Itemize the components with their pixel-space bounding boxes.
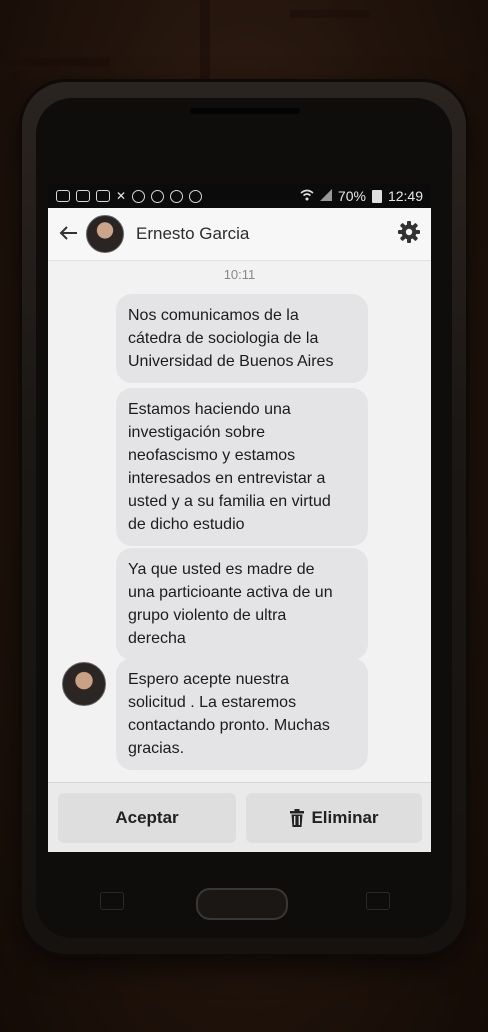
photo-icon: [76, 190, 90, 202]
message-line: neofascismo y estamos: [128, 447, 296, 464]
message-line: Nos comunicamos de la: [128, 307, 299, 324]
back-arrow-icon[interactable]: [58, 221, 86, 247]
clock: 12:49: [387, 188, 423, 204]
instagram-icon: [189, 189, 203, 203]
conversation-header: Ernesto Garcia: [48, 208, 431, 261]
status-bar: ✕ 70% 12:49: [48, 184, 431, 208]
chat-icon: [56, 190, 70, 202]
request-actions-bar: Aceptar Eliminar: [48, 782, 431, 852]
battery-icon: [371, 189, 382, 203]
phone-speaker: [190, 108, 300, 114]
message-timestamp: 10:11: [223, 267, 256, 282]
message-line: investigación sobre: [128, 424, 265, 441]
message-line: contactando pronto. Muchas: [128, 717, 330, 734]
battery-percent: 70%: [337, 188, 366, 204]
message-line: usted y a su familia en virtud: [128, 493, 331, 510]
message-line: Estamos haciendo una: [128, 401, 291, 418]
instagram-icon: [151, 189, 165, 203]
message-bubble[interactable]: Ya que usted es madre de una particioant…: [116, 548, 368, 660]
home-button[interactable]: [196, 888, 288, 920]
message-bubble[interactable]: Espero acepte nuestra solicitud . La est…: [116, 658, 368, 770]
missed-call-icon: ✕: [116, 189, 127, 203]
message-line: solicitud . La estaremos: [128, 694, 297, 711]
delete-button[interactable]: Eliminar: [246, 793, 422, 843]
message-line: Espero acepte nuestra: [128, 671, 289, 688]
message-bubble[interactable]: Nos comunicamos de la cátedra de sociolo…: [116, 294, 368, 383]
facebook-icon: [170, 189, 184, 203]
sender-avatar[interactable]: [62, 662, 106, 706]
message-line: gracias.: [128, 740, 185, 757]
delete-label: Eliminar: [311, 808, 379, 827]
message-line: Ya que usted es madre de: [128, 561, 315, 578]
message-bubble[interactable]: Estamos haciendo una investigación sobre…: [116, 388, 368, 546]
gear-icon[interactable]: [397, 220, 421, 249]
message-line: una particioante activa de un: [128, 584, 333, 601]
message-line: cátedra de sociologia de la: [128, 330, 319, 347]
tv-icon: [96, 190, 110, 202]
signal-icon: [319, 188, 332, 204]
phone-screen: ✕ 70% 12:49 Ernesto Garcia 10:11 Nos com…: [48, 184, 431, 852]
message-line: grupo violento de ultra: [128, 607, 287, 624]
message-line: interesados en entrevistar a: [128, 470, 326, 487]
trash-icon: [289, 809, 305, 827]
accept-button[interactable]: Aceptar: [58, 793, 236, 843]
back-key[interactable]: [366, 892, 390, 910]
message-line: Universidad de Buenos Aires: [128, 353, 334, 370]
contact-name[interactable]: Ernesto Garcia: [136, 224, 249, 244]
status-right: 70% 12:49: [300, 188, 423, 204]
contact-avatar[interactable]: [86, 215, 124, 253]
message-line: derecha: [128, 630, 186, 647]
notification-icons: ✕: [56, 189, 203, 203]
wifi-icon: [300, 188, 314, 204]
instagram-icon: [132, 189, 146, 203]
recent-apps-key[interactable]: [100, 892, 124, 910]
accept-label: Aceptar: [115, 808, 179, 827]
message-line: de dicho estudio: [128, 516, 245, 533]
